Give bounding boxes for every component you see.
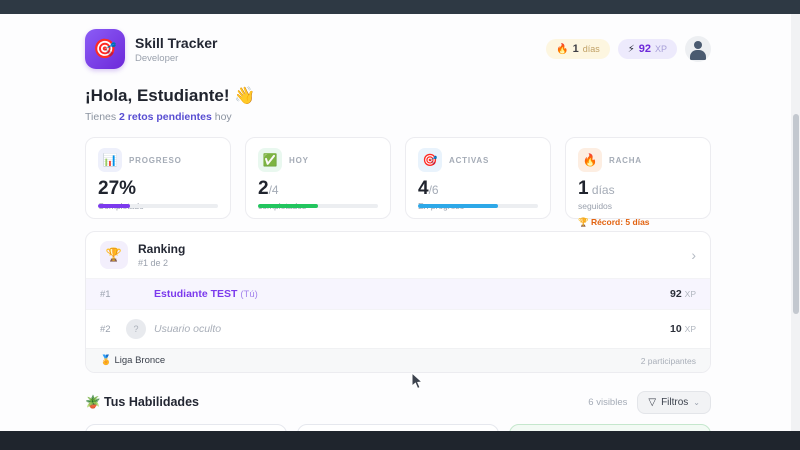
stat-label: RACHA [609, 155, 642, 165]
ranking-row-2[interactable]: #2 ? Usuario oculto 10 XP [86, 309, 710, 348]
pending-challenges-highlight: 2 retos pendientes [119, 111, 212, 123]
stat-value: 2/4 [258, 178, 279, 199]
ranking-row-1[interactable]: #1 Estudiante TEST (Tú) 92 XP [86, 278, 710, 309]
stat-label: PROGRESO [129, 155, 182, 165]
progress-fill [418, 204, 499, 208]
progress-fill [258, 204, 318, 208]
stat-card-streak[interactable]: 🔥 RACHA 1 días seguidos 🏆 Récord: 5 días [565, 137, 711, 227]
xp-badge[interactable]: ⚡ 92 XP [617, 39, 677, 59]
greeting-section: ¡Hola, Estudiante! 👋 Tienes 2 retos pend… [85, 86, 711, 123]
lightning-icon: ⚡ [627, 43, 635, 55]
league-name: Liga Bronce [114, 355, 166, 366]
greeting-subtitle: Tienes 2 retos pendientes hoy [85, 111, 232, 123]
chevron-down-icon: ⌄ [693, 398, 700, 407]
greeting-title: ¡Hola, Estudiante! 👋 [85, 86, 256, 105]
xp-value: 92 [638, 43, 651, 55]
ranking-card: 🏆 Ranking #1 de 2 › #1 Estudiante TEST (… [85, 231, 711, 373]
page-content: 🎯 Skill Tracker Developer 🔥 1 días ⚡ 92 … [85, 14, 711, 450]
rank-number: #1 [100, 288, 111, 300]
plant-icon: 🪴 [85, 395, 105, 409]
stat-card-progress[interactable]: 📊 PROGRESO 27% Completado [85, 137, 231, 219]
browser-chrome-top [0, 0, 800, 14]
streak-record: 🏆 Récord: 5 días [578, 217, 650, 227]
filters-button[interactable]: ▽ Filtros ⌄ [637, 391, 711, 414]
stats-row: 📊 PROGRESO 27% Completado ✅ HOY 2/4 comp… [85, 137, 711, 227]
player-xp: 92 XP [670, 288, 696, 300]
streak-unit: días [582, 44, 600, 54]
target-icon: 🎯 [93, 39, 117, 60]
scrollbar-thumb[interactable] [792, 114, 799, 314]
progress-fill [98, 204, 131, 208]
stat-card-today[interactable]: ✅ HOY 2/4 completados [245, 137, 391, 219]
stat-caption: seguidos [578, 201, 613, 211]
visible-count: 6 visibles [588, 397, 628, 408]
app-subtitle: Developer [135, 52, 179, 64]
app-logo-icon: 🎯 [85, 29, 125, 69]
fire-icon: 🔥 [578, 148, 602, 172]
avatar-person-icon [694, 41, 702, 49]
progress-track [258, 204, 378, 208]
rank-number: #2 [100, 323, 111, 335]
ranking-title: Ranking [138, 242, 186, 256]
bar-chart-icon: 📊 [98, 148, 122, 172]
ranking-header[interactable]: 🏆 Ranking #1 de 2 › [86, 232, 710, 278]
ranking-footer: 🏅 Liga Bronce 2 participantes [86, 348, 710, 372]
xp-unit: XP [654, 44, 667, 54]
target-icon: 🎯 [418, 148, 442, 172]
you-tag: (Tú) [240, 289, 258, 300]
scrollbar[interactable] [791, 14, 800, 431]
fire-icon: 🔥 [556, 43, 569, 55]
stat-value: 1 días [578, 178, 615, 199]
streak-badge[interactable]: 🔥 1 días [546, 39, 610, 59]
skills-title: 🪴 Tus Habilidades [85, 395, 199, 409]
browser-chrome-bottom [0, 431, 800, 450]
stat-card-active[interactable]: 🎯 ACTIVAS 4/6 En progreso [405, 137, 551, 219]
skills-section-header: 🪴 Tus Habilidades 6 visibles ▽ Filtros ⌄ [85, 391, 711, 414]
player-name: Usuario oculto [154, 323, 222, 335]
stat-label: ACTIVAS [449, 155, 490, 165]
player-xp: 10 XP [670, 323, 696, 335]
streak-value: 1 [572, 43, 579, 55]
chevron-right-icon[interactable]: › [691, 247, 696, 263]
filter-funnel-icon: ▽ [648, 397, 657, 408]
progress-track [418, 204, 538, 208]
progress-track [98, 204, 218, 208]
stat-value: 27% [98, 178, 137, 199]
app-title: Skill Tracker [135, 34, 218, 51]
mouse-cursor [411, 372, 424, 390]
stat-value: 4/6 [418, 178, 439, 199]
participants-count: 2 participantes [640, 355, 696, 366]
hidden-user-avatar: ? [126, 319, 146, 339]
ranking-position: #1 de 2 [138, 258, 169, 268]
player-name: Estudiante TEST (Tú) [154, 288, 258, 300]
check-icon: ✅ [258, 148, 282, 172]
stat-label: HOY [289, 155, 309, 165]
trophy-icon: 🏆 [100, 241, 128, 269]
medal-icon: 🏅 [100, 355, 112, 366]
user-avatar[interactable] [685, 36, 711, 62]
app-header: 🎯 Skill Tracker Developer 🔥 1 días ⚡ 92 … [85, 28, 711, 70]
